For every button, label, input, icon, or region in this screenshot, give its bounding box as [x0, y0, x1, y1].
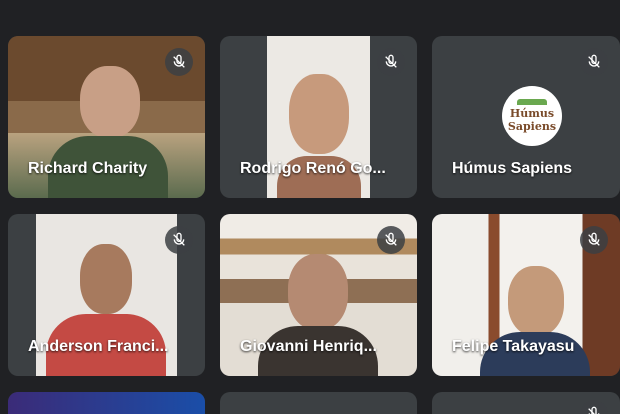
person-silhouette — [80, 244, 132, 314]
participant-tile-giovanni[interactable]: Giovanni Henriq... — [220, 214, 417, 376]
participant-name: Felipe Takayasu — [452, 338, 575, 355]
participant-tile-felipe[interactable]: Felipe Takayasu — [432, 214, 620, 376]
mic-off-button[interactable] — [165, 226, 193, 254]
participant-tile-partial-1[interactable] — [8, 392, 205, 414]
mic-off-button[interactable] — [580, 400, 608, 414]
person-silhouette — [80, 66, 140, 138]
participant-tile-rodrigo[interactable]: Rodrigo Renó Go... — [220, 36, 417, 198]
mic-off-button[interactable] — [580, 226, 608, 254]
mic-off-icon — [173, 54, 185, 68]
mic-off-icon — [588, 54, 600, 68]
mic-off-icon — [385, 232, 397, 246]
participant-tile-anderson[interactable]: Anderson Franci... — [8, 214, 205, 376]
humus-sapiens-logo: Húmus Sapiens — [502, 86, 562, 146]
logo-sprout — [517, 99, 547, 105]
participant-tile-richard[interactable]: Richard Charity — [8, 36, 205, 198]
person-silhouette — [508, 266, 564, 336]
mic-off-icon — [588, 232, 600, 246]
logo-line1: Húmus — [509, 107, 555, 120]
participant-tile-partial-3[interactable] — [432, 392, 620, 414]
mic-off-icon — [385, 54, 397, 68]
participant-name: Giovanni Henriq... — [240, 338, 377, 355]
participant-name: Richard Charity — [28, 160, 148, 177]
participant-tile-humus[interactable]: Húmus Sapiens Húmus Sapiens — [432, 36, 620, 198]
participant-tile-partial-2[interactable] — [220, 392, 417, 414]
logo-line2: Sapiens — [507, 120, 557, 133]
mic-off-icon — [173, 232, 185, 246]
person-silhouette — [289, 74, 349, 154]
participant-name: Anderson Franci... — [28, 338, 169, 355]
participant-name: Húmus Sapiens — [452, 160, 573, 177]
mic-off-button[interactable] — [580, 48, 608, 76]
mic-off-button[interactable] — [377, 48, 405, 76]
video-feed — [8, 392, 205, 414]
mic-off-icon — [588, 406, 600, 414]
participant-name: Rodrigo Renó Go... — [240, 160, 386, 177]
mic-off-button[interactable] — [377, 226, 405, 254]
person-silhouette — [288, 254, 348, 330]
mic-off-button[interactable] — [165, 48, 193, 76]
